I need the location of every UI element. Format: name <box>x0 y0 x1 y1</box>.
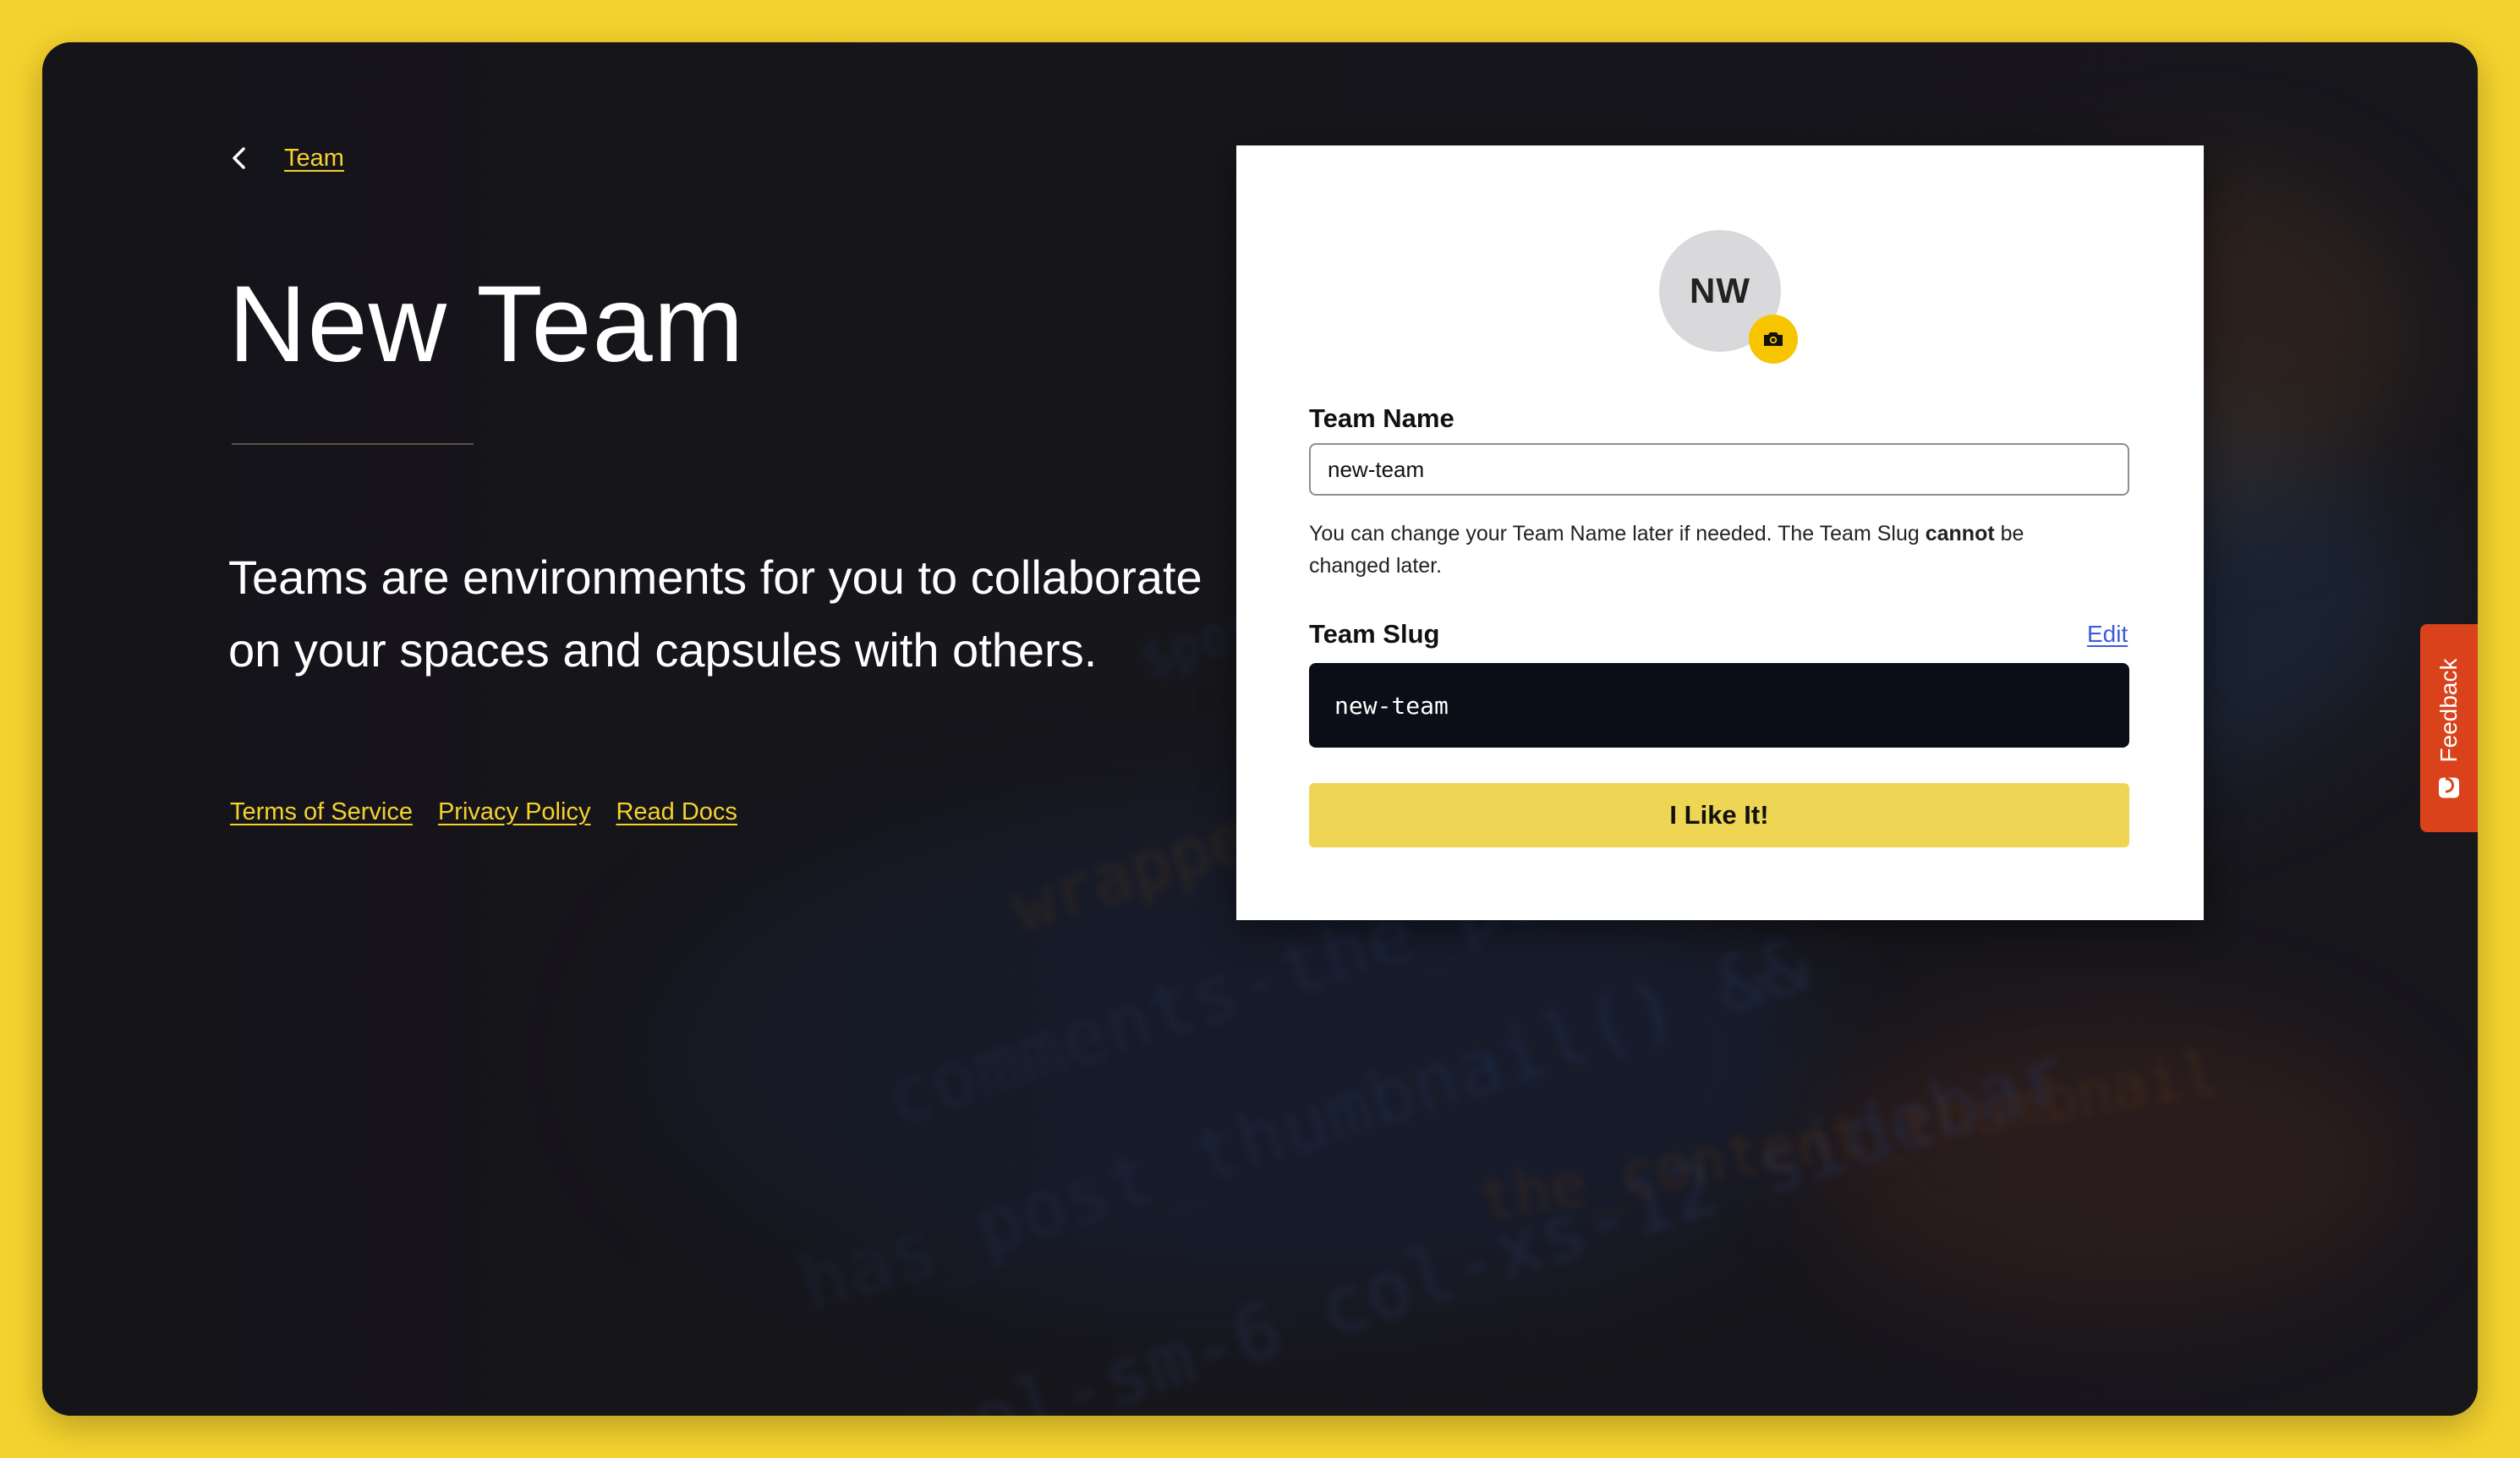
page-title: New Team <box>228 264 745 385</box>
breadcrumb-team-link[interactable]: Team <box>284 145 344 173</box>
team-slug-value: new-team <box>1334 691 1449 720</box>
footer-links: Terms of Service Privacy Policy Read Doc… <box>230 798 737 826</box>
new-team-form-card: NW Team Name You can change your Team Na… <box>1236 145 2204 920</box>
team-name-hint: You can change your Team Name later if n… <box>1309 518 2104 582</box>
edit-slug-link[interactable]: Edit <box>2087 621 2128 648</box>
intro-text: Teams are environments for you to collab… <box>228 551 1202 677</box>
feedback-label: Feedback <box>2435 658 2462 763</box>
title-divider <box>232 443 474 445</box>
feedback-tab[interactable]: Feedback <box>2420 624 2478 832</box>
chevron-left-icon[interactable] <box>228 144 250 173</box>
avatar-upload-button[interactable] <box>1749 315 1798 364</box>
team-name-label: Team Name <box>1309 403 1454 433</box>
hint-emphasis: cannot <box>1925 522 1995 545</box>
team-slug-display: new-team <box>1309 663 2129 748</box>
team-name-input[interactable] <box>1309 443 2129 496</box>
privacy-policy-link[interactable]: Privacy Policy <box>438 798 591 826</box>
team-slug-label: Team Slug <box>1309 619 1440 649</box>
terms-of-service-link[interactable]: Terms of Service <box>230 798 413 826</box>
avatar-initials: NW <box>1690 271 1750 310</box>
breadcrumb: Team <box>228 144 344 173</box>
smile-icon <box>2439 777 2459 798</box>
hint-text-start: You can change your Team Name later if n… <box>1309 522 1926 545</box>
read-docs-link[interactable]: Read Docs <box>616 798 737 826</box>
feedback-tab-content: Feedback <box>2435 659 2462 798</box>
submit-button[interactable]: I Like It! <box>1309 783 2129 847</box>
camera-icon <box>1764 332 1783 346</box>
